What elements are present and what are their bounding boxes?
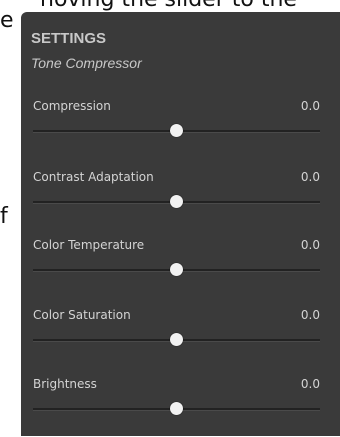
slider-label: Contrast Adaptation	[33, 170, 154, 184]
slider-thumb[interactable]	[169, 195, 183, 208]
slider-thumb[interactable]	[169, 263, 183, 276]
slider-track[interactable]	[33, 263, 320, 276]
slider-row-color-temperature: Color Temperature 0.0	[21, 238, 340, 298]
slider-value: 0.0	[300, 377, 320, 391]
slider-row-color-saturation: Color Saturation 0.0	[21, 308, 340, 368]
slider-thumb[interactable]	[169, 402, 183, 415]
slider-track[interactable]	[33, 195, 320, 208]
slider-track[interactable]	[33, 124, 320, 137]
slider-row-compression: Compression 0.0	[21, 99, 340, 159]
slider-label: Brightness	[33, 377, 97, 391]
slider-thumb[interactable]	[169, 333, 183, 346]
background-text-left: e	[0, 8, 14, 33]
slider-value: 0.0	[300, 308, 320, 322]
slider-list: Compression 0.0 Contrast Adaptation 0.0 …	[21, 12, 340, 436]
slider-thumb[interactable]	[169, 124, 183, 137]
settings-panel: SETTINGS Tone Compressor Compression 0.0…	[21, 12, 340, 436]
slider-track[interactable]	[33, 402, 320, 415]
slider-value: 0.0	[300, 170, 320, 184]
slider-value: 0.0	[300, 99, 320, 113]
slider-label: Color Temperature	[33, 238, 145, 252]
slider-track[interactable]	[33, 333, 320, 346]
slider-label: Compression	[33, 99, 111, 113]
slider-row-contrast-adaptation: Contrast Adaptation 0.0	[21, 170, 340, 230]
slider-value: 0.0	[300, 238, 320, 252]
slider-row-brightness: Brightness 0.0	[21, 377, 340, 437]
background-text-left-lower: f	[0, 204, 8, 229]
slider-label: Color Saturation	[33, 308, 131, 322]
